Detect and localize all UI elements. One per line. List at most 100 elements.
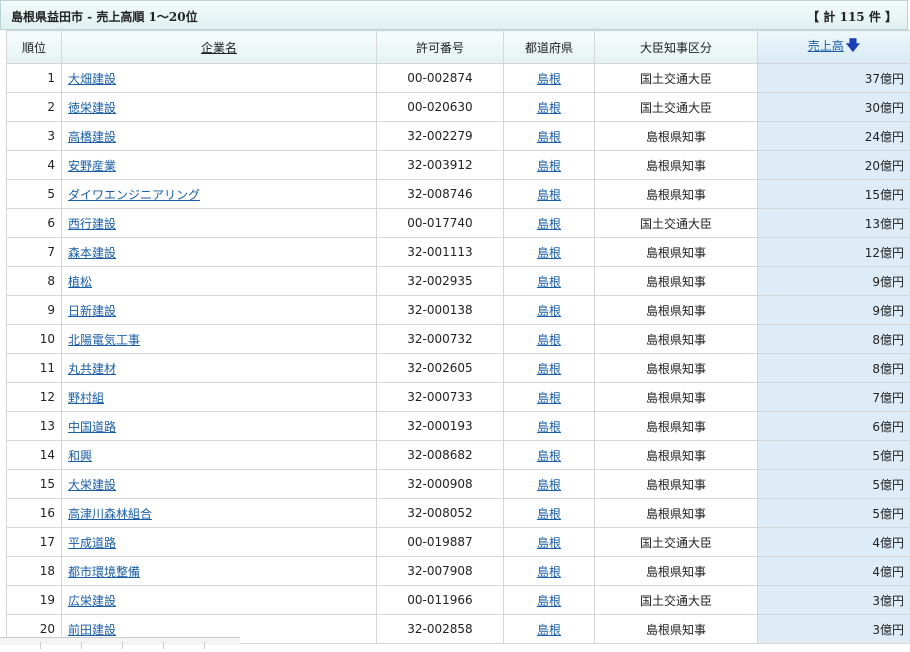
prefecture-cell[interactable]: 島根 — [504, 557, 595, 586]
sales-cell: 4億円 — [758, 557, 910, 586]
company-name-cell[interactable]: 西行建設 — [62, 209, 377, 238]
prefecture-link[interactable]: 島根 — [537, 188, 561, 202]
permit-number-cell: 32-002858 — [377, 615, 504, 644]
company-name-link[interactable]: 大畑建設 — [68, 72, 116, 86]
company-name-cell[interactable]: ダイワエンジニアリング — [62, 180, 377, 209]
authority-cell: 国土交通大臣 — [595, 93, 758, 122]
prefecture-cell[interactable]: 島根 — [504, 354, 595, 383]
company-name-link[interactable]: 広栄建設 — [68, 594, 116, 608]
prefecture-cell[interactable]: 島根 — [504, 615, 595, 644]
sales-cell: 9億円 — [758, 267, 910, 296]
company-name-link[interactable]: 徳栄建設 — [68, 101, 116, 115]
company-name-link[interactable]: 丸共建材 — [68, 362, 116, 376]
company-name-link[interactable]: 高津川森林組合 — [68, 507, 152, 521]
sales-cell: 8億円 — [758, 354, 910, 383]
company-name-link[interactable]: 大栄建設 — [68, 478, 116, 492]
company-name-cell[interactable]: 高橋建設 — [62, 122, 377, 151]
permit-number-cell: 32-000733 — [377, 383, 504, 412]
prefecture-link[interactable]: 島根 — [537, 507, 561, 521]
company-name-cell[interactable]: 徳栄建設 — [62, 93, 377, 122]
prefecture-link[interactable]: 島根 — [537, 72, 561, 86]
prefecture-cell[interactable]: 島根 — [504, 151, 595, 180]
company-name-link[interactable]: 前田建設 — [68, 623, 116, 637]
company-name-cell[interactable]: 和興 — [62, 441, 377, 470]
company-name-cell[interactable]: 日新建設 — [62, 296, 377, 325]
company-name-cell[interactable]: 大栄建設 — [62, 470, 377, 499]
company-name-link[interactable]: 都市環境整備 — [68, 565, 140, 579]
rank-cell: 14 — [7, 441, 62, 470]
prefecture-link[interactable]: 島根 — [537, 594, 561, 608]
company-name-cell[interactable]: 野村組 — [62, 383, 377, 412]
sort-by-sales-link[interactable]: 売上高 — [808, 39, 844, 53]
prefecture-cell[interactable]: 島根 — [504, 64, 595, 93]
permit-number-cell: 32-008746 — [377, 180, 504, 209]
strip-cell — [82, 642, 123, 649]
prefecture-link[interactable]: 島根 — [537, 478, 561, 492]
prefecture-link[interactable]: 島根 — [537, 101, 561, 115]
rank-cell: 9 — [7, 296, 62, 325]
company-name-link[interactable]: 植松 — [68, 275, 92, 289]
company-name-cell[interactable]: 平成道路 — [62, 528, 377, 557]
company-name-link[interactable]: 平成道路 — [68, 536, 116, 550]
prefecture-cell[interactable]: 島根 — [504, 180, 595, 209]
prefecture-link[interactable]: 島根 — [537, 159, 561, 173]
company-name-link[interactable]: ダイワエンジニアリング — [68, 188, 200, 202]
prefecture-cell[interactable]: 島根 — [504, 470, 595, 499]
company-name-cell[interactable]: 植松 — [62, 267, 377, 296]
prefecture-link[interactable]: 島根 — [537, 130, 561, 144]
company-name-cell[interactable]: 北陽電気工事 — [62, 325, 377, 354]
prefecture-cell[interactable]: 島根 — [504, 441, 595, 470]
company-name-link[interactable]: 森本建設 — [68, 246, 116, 260]
company-name-cell[interactable]: 森本建設 — [62, 238, 377, 267]
rank-cell: 4 — [7, 151, 62, 180]
company-name-link[interactable]: 安野産業 — [68, 159, 116, 173]
prefecture-link[interactable]: 島根 — [537, 449, 561, 463]
prefecture-link[interactable]: 島根 — [537, 333, 561, 347]
company-name-cell[interactable]: 大畑建設 — [62, 64, 377, 93]
prefecture-cell[interactable]: 島根 — [504, 93, 595, 122]
table-row: 5ダイワエンジニアリング32-008746島根島根県知事15億円 — [7, 180, 910, 209]
sales-cell: 5億円 — [758, 499, 910, 528]
prefecture-cell[interactable]: 島根 — [504, 267, 595, 296]
company-name-link[interactable]: 日新建設 — [68, 304, 116, 318]
company-name-link[interactable]: 西行建設 — [68, 217, 116, 231]
prefecture-link[interactable]: 島根 — [537, 536, 561, 550]
company-name-cell[interactable]: 安野産業 — [62, 151, 377, 180]
company-name-cell[interactable]: 都市環境整備 — [62, 557, 377, 586]
prefecture-link[interactable]: 島根 — [537, 275, 561, 289]
prefecture-link[interactable]: 島根 — [537, 391, 561, 405]
prefecture-cell[interactable]: 島根 — [504, 383, 595, 412]
prefecture-cell[interactable]: 島根 — [504, 325, 595, 354]
permit-number-cell: 32-003912 — [377, 151, 504, 180]
prefecture-cell[interactable]: 島根 — [504, 122, 595, 151]
prefecture-link[interactable]: 島根 — [537, 565, 561, 579]
company-name-cell[interactable]: 広栄建設 — [62, 586, 377, 615]
prefecture-cell[interactable]: 島根 — [504, 499, 595, 528]
company-name-link[interactable]: 北陽電気工事 — [68, 333, 140, 347]
authority-cell: 国土交通大臣 — [595, 209, 758, 238]
prefecture-cell[interactable]: 島根 — [504, 209, 595, 238]
prefecture-cell[interactable]: 島根 — [504, 528, 595, 557]
prefecture-cell[interactable]: 島根 — [504, 586, 595, 615]
col-header-sales[interactable]: 売上高🡇 — [758, 31, 910, 64]
authority-cell: 島根県知事 — [595, 383, 758, 412]
prefecture-link[interactable]: 島根 — [537, 420, 561, 434]
company-name-link[interactable]: 高橋建設 — [68, 130, 116, 144]
company-name-cell[interactable]: 中国道路 — [62, 412, 377, 441]
prefecture-cell[interactable]: 島根 — [504, 238, 595, 267]
company-name-link[interactable]: 和興 — [68, 449, 92, 463]
company-name-cell[interactable]: 高津川森林組合 — [62, 499, 377, 528]
prefecture-link[interactable]: 島根 — [537, 304, 561, 318]
sales-cell: 13億円 — [758, 209, 910, 238]
sales-cell: 37億円 — [758, 64, 910, 93]
company-name-cell[interactable]: 丸共建材 — [62, 354, 377, 383]
prefecture-link[interactable]: 島根 — [537, 623, 561, 637]
prefecture-link[interactable]: 島根 — [537, 246, 561, 260]
prefecture-cell[interactable]: 島根 — [504, 296, 595, 325]
company-name-link[interactable]: 野村組 — [68, 391, 104, 405]
prefecture-cell[interactable]: 島根 — [504, 412, 595, 441]
prefecture-link[interactable]: 島根 — [537, 217, 561, 231]
prefecture-link[interactable]: 島根 — [537, 362, 561, 376]
company-name-link[interactable]: 中国道路 — [68, 420, 116, 434]
rank-cell: 8 — [7, 267, 62, 296]
